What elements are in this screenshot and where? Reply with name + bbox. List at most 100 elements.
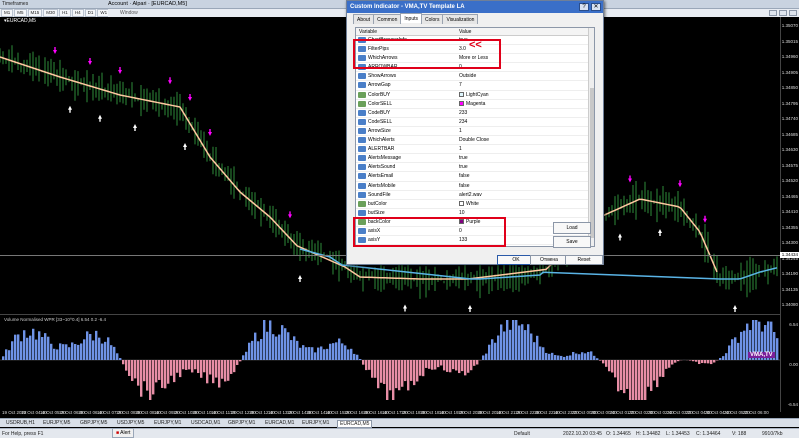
timeframe-button-m30[interactable]: M30	[43, 9, 59, 17]
help-button[interactable]: ?	[579, 3, 589, 11]
input-row-codesell[interactable]: CodeSELL 234	[356, 118, 588, 127]
timeframe-button-h1[interactable]: H1	[59, 9, 71, 17]
tab-inputs[interactable]: Inputs	[400, 13, 422, 23]
histogram-bar	[443, 360, 446, 371]
maximize-button[interactable]	[779, 10, 787, 16]
input-row-whichalerts[interactable]: WhichAlerts Double Close	[356, 136, 588, 146]
timeframe-button-h4[interactable]: H4	[71, 9, 84, 17]
input-row-alertsmessage[interactable]: AlertsMessage true	[356, 154, 588, 164]
chart-tab[interactable]: EURJPY,M1	[152, 420, 183, 426]
tab-common[interactable]: Common	[373, 14, 402, 24]
sell-arrow	[118, 67, 122, 74]
input-row-alertsmobile[interactable]: AlertsMobile false	[356, 182, 588, 191]
histogram-bar	[551, 352, 554, 360]
alert-tab[interactable]: ■ Alert	[112, 428, 135, 438]
load-button[interactable]: Load	[553, 222, 591, 234]
price-tick: 1.34960	[781, 54, 798, 59]
chart-tab[interactable]: USDCAD,M1	[189, 420, 222, 426]
indicator-tick: 6.54	[789, 322, 798, 327]
parameter-value[interactable]: Outside	[459, 73, 476, 79]
close-window-button[interactable]	[789, 10, 797, 16]
custom-indicator-dialog: Custom Indicator - VMA,TV Template LA ? …	[346, 0, 604, 265]
parameter-value[interactable]: LightCyan	[466, 92, 489, 98]
histogram-bar	[350, 348, 353, 360]
input-row-showarrows[interactable]: ShowArrows Outside	[356, 72, 588, 82]
vma-tv-button[interactable]: VMA,TV	[748, 352, 775, 358]
parameter-value[interactable]: false	[459, 183, 470, 189]
input-row-arrowgap[interactable]: ArrowGap 7	[356, 81, 588, 91]
tab-colors[interactable]: Colors	[421, 14, 444, 24]
chart-tab[interactable]: GBPJPY,M1	[226, 420, 257, 426]
parameter-value[interactable]: 10	[459, 210, 465, 216]
histogram-bar	[212, 360, 215, 384]
histogram-bar	[185, 360, 188, 370]
cancel-button[interactable]: Отмена	[530, 255, 568, 265]
minimize-button[interactable]	[769, 10, 777, 16]
parameter-value[interactable]: 233	[459, 110, 467, 116]
tab-about[interactable]: About	[353, 14, 375, 24]
input-row-arrowsize[interactable]: ArrowSize 1	[356, 127, 588, 137]
input-row-codebuy[interactable]: CodeBUY 233	[356, 109, 588, 118]
save-button[interactable]: Save	[553, 236, 591, 248]
chart-tabs: USDRUB,H1 EURJPY,M5 GBPJPY,M5 USDJPY,M5 EURJ…	[0, 418, 799, 428]
histogram-bar	[35, 339, 38, 360]
histogram-bar	[737, 342, 740, 360]
histogram-bar	[305, 347, 308, 360]
sell-arrow	[53, 47, 57, 54]
chart-tab[interactable]: EURJPY,M5	[41, 420, 72, 426]
histogram-bar	[395, 360, 398, 389]
histogram-bar	[365, 360, 368, 371]
chart-tab[interactable]: EURCAD,M5	[337, 420, 373, 428]
input-row-soundfile[interactable]: SoundFile alert2.wav	[356, 191, 588, 200]
histogram-bar	[401, 360, 404, 387]
parameter-value[interactable]: 234	[459, 119, 467, 125]
indicator-subwindow[interactable]: Volume Normalised WPR [33~10^0.4] 6.54 0…	[0, 316, 780, 412]
parameter-value[interactable]: 1	[459, 128, 462, 134]
close-dialog-button[interactable]: ✕	[591, 3, 601, 11]
input-row-alertsemail[interactable]: AlertsEmail false	[356, 172, 588, 182]
price-tick: 1.34850	[781, 85, 798, 90]
parameter-value[interactable]: alert2.wav	[459, 192, 482, 198]
chart-tab[interactable]: USDRUB,H1	[4, 420, 37, 426]
chart-tab[interactable]: USDJPY,M5	[115, 420, 146, 426]
col-variable-header: Variable	[359, 29, 377, 35]
parameter-name: butColor	[368, 200, 387, 207]
buy-arrow	[658, 229, 662, 236]
histogram-bar	[257, 341, 260, 360]
chart-tab[interactable]: GBPJPY,M5	[78, 420, 109, 426]
tab-visualization[interactable]: Visualization	[442, 14, 479, 24]
parameter-value[interactable]: Magenta	[466, 101, 485, 107]
histogram-bar	[740, 331, 743, 360]
parameter-value[interactable]: Double Close	[459, 137, 489, 143]
timeframe-button-m1[interactable]: M1	[1, 9, 14, 17]
parameter-value[interactable]: true	[459, 164, 468, 170]
histogram-bar	[431, 360, 434, 370]
histogram-bar	[647, 360, 650, 387]
parameter-value[interactable]: true	[459, 155, 468, 161]
timeframe-button-d1[interactable]: D1	[84, 9, 97, 17]
input-row-butcolor[interactable]: butColor White	[356, 200, 588, 209]
scrollbar-thumb[interactable]	[590, 88, 594, 238]
parameter-name: AlertsEmail	[368, 173, 394, 180]
table-scrollbar[interactable]	[588, 28, 594, 246]
parameter-value[interactable]: 7	[459, 82, 462, 88]
input-row-colorbuy[interactable]: ColorBUY LightCyan	[356, 91, 588, 100]
time-axis: 19 Oct 2022 19 Oct 04:40 19 Oct 05:20 19 Oc…	[0, 409, 780, 417]
histogram-bar	[278, 334, 281, 360]
menu-window[interactable]: Window	[120, 10, 138, 16]
histogram-bar	[560, 355, 563, 360]
parameter-value[interactable]: 1	[459, 146, 462, 152]
input-row-alertssound[interactable]: AlertsSound true	[356, 163, 588, 173]
histogram-bar	[122, 360, 125, 365]
parameter-value[interactable]: false	[459, 173, 470, 179]
reset-button[interactable]: Reset	[565, 255, 603, 265]
input-row-alertbar[interactable]: ALERTBAR 1	[356, 145, 588, 155]
chart-tab[interactable]: EURCAD,M1	[263, 420, 296, 426]
timeframe-button-m5[interactable]: M5	[14, 9, 27, 17]
input-row-colorsell[interactable]: ColorSELL Magenta	[356, 100, 588, 109]
chart-tab[interactable]: EURJPY,M1	[300, 420, 331, 426]
timeframe-button-m15[interactable]: M15	[27, 9, 43, 17]
parameter-value[interactable]: White	[466, 201, 479, 207]
alert-tab-label: Alert	[120, 430, 131, 436]
histogram-bar	[644, 360, 647, 400]
